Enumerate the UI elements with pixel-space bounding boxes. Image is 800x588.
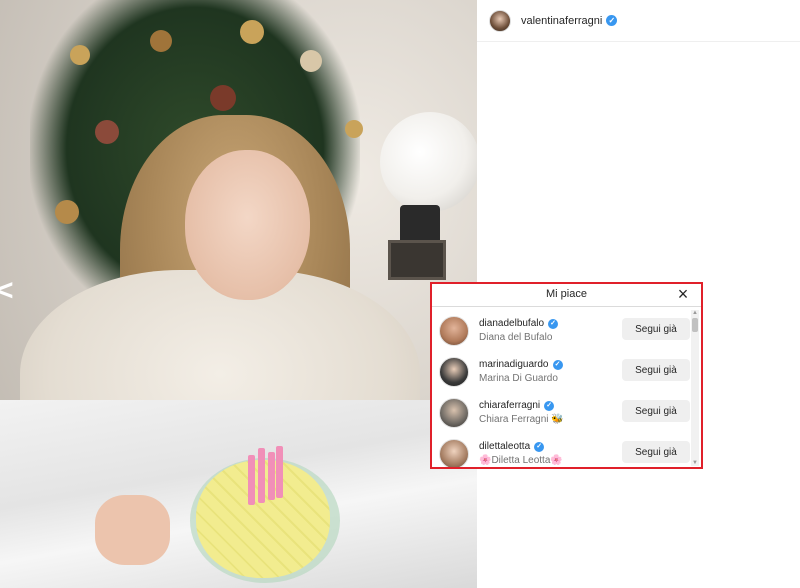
modal-header: Mi piace × [432, 284, 701, 307]
instagram-post-view: < valentinaferragni ✓ Mi piace × dianade… [0, 0, 800, 588]
liker-username[interactable]: dilettaleotta [479, 441, 530, 452]
likes-list[interactable]: dianadelbufalo ✓ Diana del Bufalo Segui g… [432, 307, 701, 467]
person-hand [95, 495, 170, 565]
avatar[interactable] [489, 9, 511, 32]
following-button[interactable]: Segui già [622, 441, 690, 463]
list-item: chiaraferragni ✓ Chiara Ferragni 🐝 Segui … [432, 392, 690, 433]
ornament [300, 50, 322, 72]
following-button[interactable]: Segui già [622, 359, 690, 381]
avatar[interactable] [439, 438, 469, 467]
avatar[interactable] [439, 356, 469, 387]
candle [276, 446, 283, 498]
scroll-thumb[interactable] [692, 318, 698, 332]
likes-modal: Mi piace × dianadelbufalo ✓ Diana del Buf… [430, 282, 703, 469]
person-face [185, 150, 310, 300]
scroll-up-icon[interactable]: ▲ [692, 310, 698, 316]
scrollbar[interactable]: ▲ ▼ [691, 310, 699, 466]
verified-badge-icon: ✓ [548, 318, 559, 329]
ornament [240, 20, 264, 44]
list-item: marinadiguardo ✓ Marina Di Guardo Segui g… [432, 351, 690, 392]
ornament [210, 85, 236, 111]
list-item: dianadelbufalo ✓ Diana del Bufalo Segui g… [432, 310, 690, 351]
candle [258, 448, 265, 503]
liker-full-name: Diana del Bufalo [479, 332, 553, 343]
liker-full-name: Chiara Ferragni 🐝 [479, 414, 564, 425]
ornament [70, 45, 90, 65]
liker-full-name: Marina Di Guardo [479, 373, 558, 384]
post-author-username[interactable]: valentinaferragni [521, 15, 602, 27]
ornament [55, 200, 79, 224]
candle [248, 455, 255, 505]
modal-title: Mi piace [546, 288, 587, 300]
avatar[interactable] [439, 397, 469, 428]
liker-full-name: 🌸Diletta Leotta🌸 [479, 455, 563, 466]
verified-badge-icon: ✓ [552, 359, 563, 370]
liker-username[interactable]: marinadiguardo [479, 359, 549, 370]
verified-badge-icon: ✓ [534, 441, 545, 452]
ornament [345, 120, 363, 138]
lamp-base [400, 205, 440, 245]
following-button[interactable]: Segui già [622, 400, 690, 422]
verified-badge-icon: ✓ [544, 400, 555, 411]
lamp [380, 112, 477, 212]
verified-badge-icon: ✓ [606, 15, 618, 26]
avatar[interactable] [439, 315, 469, 346]
liker-username[interactable]: dianadelbufalo [479, 318, 544, 329]
close-icon[interactable]: × [674, 285, 692, 303]
list-item: dilettaleotta ✓ 🌸Diletta Leotta🌸 Segui gi… [432, 433, 690, 467]
post-header: valentinaferragni ✓ [477, 0, 800, 42]
chevron-left-icon[interactable]: < [0, 276, 22, 306]
post-photo[interactable]: < [0, 0, 477, 588]
candle [268, 452, 275, 500]
liker-username[interactable]: chiaraferragni [479, 400, 540, 411]
photo-frame [388, 240, 446, 280]
ornament [95, 120, 119, 144]
ornament [150, 30, 172, 52]
scroll-down-icon[interactable]: ▼ [692, 460, 698, 466]
following-button[interactable]: Segui già [622, 318, 690, 340]
